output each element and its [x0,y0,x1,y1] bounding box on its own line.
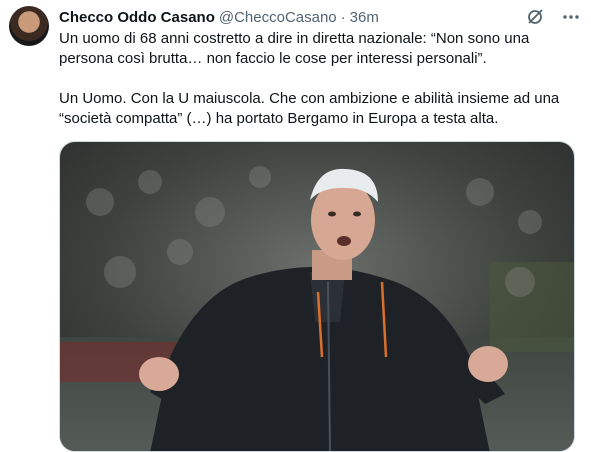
separator-dot: · [340,8,346,26]
avatar[interactable] [9,6,49,46]
tweet-paragraph-2: Un Uomo. Con la U maiuscola. Che con amb… [59,90,560,127]
tweet-photo[interactable] [59,141,575,452]
tweet[interactable]: Checco Oddo Casano @CheccoCasano · 36m U… [0,0,591,452]
timestamp[interactable]: 36m [350,9,379,26]
user-handle[interactable]: @CheccoCasano [219,9,337,26]
tweet-text: Un uomo di 68 anni costretto a dire in d… [59,29,579,129]
header-actions [525,6,581,28]
display-name[interactable]: Checco Oddo Casano [59,9,215,26]
more-icon[interactable] [561,7,581,27]
tweet-paragraph-1: Un uomo di 68 anni costretto a dire in d… [59,30,530,67]
grok-icon[interactable] [525,7,545,27]
tweet-header: Checco Oddo Casano @CheccoCasano · 36m [59,6,581,28]
